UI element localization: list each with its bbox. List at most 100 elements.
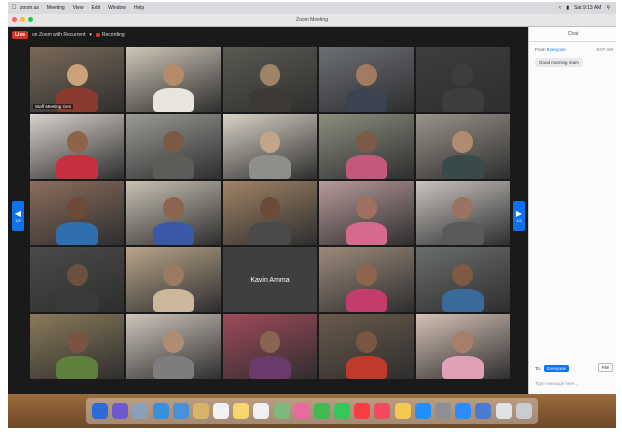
participant-face [66, 63, 88, 86]
participant-tile[interactable] [319, 247, 414, 313]
participant-face [356, 63, 377, 86]
menu-window[interactable]: Window [108, 5, 126, 11]
participant-tile[interactable] [415, 47, 510, 112]
participant-tile[interactable] [415, 113, 510, 179]
participant-figure [152, 88, 195, 112]
chat-sender: From Everyone [535, 47, 566, 52]
participant-tile[interactable] [222, 180, 318, 246]
notes-icon[interactable] [233, 403, 250, 419]
menu-meeting[interactable]: Meeting [47, 5, 65, 11]
participant-figure [249, 355, 291, 379]
music-icon[interactable] [354, 403, 371, 419]
participant-face [163, 331, 184, 354]
participant-figure [249, 88, 291, 112]
participant-tile[interactable] [319, 314, 414, 379]
participant-tile[interactable] [319, 180, 414, 246]
chat-header: Chat [529, 27, 616, 42]
participant-figure [442, 355, 484, 379]
participant-tile[interactable] [126, 180, 221, 246]
participant-face [66, 197, 88, 220]
live-badge[interactable]: Live [12, 31, 29, 39]
participant-face [163, 130, 184, 153]
participant-tile[interactable]: Staff Meeting Gen [30, 47, 125, 112]
top-controls: Live on Zoom with Recurrent ▾ Recording [12, 31, 125, 39]
participant-tile[interactable] [222, 314, 318, 379]
participant-tile[interactable] [30, 247, 125, 313]
participant-tile[interactable] [30, 113, 125, 179]
photos-icon[interactable] [293, 403, 310, 419]
participant-figure [345, 222, 388, 246]
participant-tile[interactable]: Kavin Amma [222, 247, 318, 313]
zoom-icon[interactable] [455, 403, 472, 419]
chat-time: 9:07 AM [596, 47, 613, 52]
live-target[interactable]: on Zoom with Recurrent [32, 32, 85, 38]
next-page-button[interactable]: ▶ 1/2 [513, 201, 525, 231]
participant-figure [56, 288, 98, 313]
participant-tile[interactable] [30, 314, 125, 379]
reminders-icon[interactable] [253, 403, 270, 419]
trash-icon[interactable] [515, 403, 532, 419]
participant-tile[interactable] [415, 180, 510, 246]
participant-figure [56, 155, 98, 179]
participant-tile[interactable] [319, 47, 414, 112]
news-icon[interactable] [374, 403, 391, 419]
participant-face [259, 130, 281, 153]
chat-from-target: Everyone [546, 47, 566, 52]
battery-icon[interactable]: ▮ [566, 5, 569, 11]
window-title: Zoom Meeting [296, 17, 328, 23]
participant-tile[interactable] [222, 47, 318, 112]
participant-tile[interactable] [126, 247, 221, 313]
calendar-icon[interactable] [213, 403, 230, 419]
chat-recipient-select[interactable]: Everyone [544, 365, 570, 372]
preview-icon[interactable] [475, 403, 492, 419]
participant-tile[interactable] [30, 180, 125, 246]
contacts-icon[interactable] [192, 403, 209, 419]
participant-figure [152, 355, 195, 379]
menu-app[interactable]: zoom.us [20, 5, 39, 11]
facetime-icon[interactable] [334, 403, 351, 419]
chat-message: Good morning mam [535, 58, 583, 67]
launchpad-icon[interactable] [132, 403, 149, 419]
chat-from-label: From [535, 47, 546, 52]
clock[interactable]: Sat 9:13 AM [574, 5, 601, 11]
participant-figure [56, 355, 98, 379]
participant-face [452, 63, 474, 86]
window-titlebar: Zoom Meeting [8, 14, 616, 27]
participant-figure [442, 155, 484, 179]
downloads-icon[interactable] [495, 403, 512, 419]
app-store-icon[interactable] [414, 403, 431, 419]
wifi-icon[interactable]: ≈ [559, 5, 562, 11]
system-preferences-icon[interactable] [435, 403, 451, 419]
participant-tile[interactable] [126, 47, 221, 112]
participant-tile[interactable] [415, 314, 510, 379]
participant-tile[interactable] [126, 113, 221, 179]
chat-file-button[interactable]: File [597, 363, 613, 372]
messages-icon[interactable] [313, 403, 330, 419]
menu-help[interactable]: Help [134, 5, 144, 11]
books-icon[interactable] [394, 403, 411, 419]
finder-icon[interactable] [92, 403, 109, 419]
siri-icon[interactable] [112, 403, 129, 419]
participant-face [452, 130, 474, 153]
menu-edit[interactable]: Edit [91, 5, 100, 11]
safari-icon[interactable] [152, 403, 169, 419]
chevron-down-icon[interactable]: ▾ [89, 32, 92, 38]
participant-figure [152, 155, 195, 179]
participant-tile[interactable] [415, 247, 510, 313]
participant-tile[interactable] [126, 314, 221, 379]
recording-indicator[interactable]: Recording [95, 32, 125, 38]
search-icon[interactable]: ⚲ [606, 5, 610, 11]
participant-face [66, 331, 88, 354]
participant-figure [345, 355, 388, 379]
maps-icon[interactable] [273, 403, 290, 419]
chat-input[interactable]: Type message here... [535, 381, 578, 386]
participant-figure [249, 155, 291, 179]
participant-tile[interactable] [319, 113, 414, 179]
participant-figure [442, 88, 484, 112]
menu-view[interactable]: View [73, 5, 84, 11]
mail-icon[interactable] [172, 403, 189, 419]
prev-page-button[interactable]: ◀ 1/2 [12, 201, 24, 231]
participant-figure [152, 222, 195, 246]
participant-tile[interactable] [222, 113, 318, 179]
apple-icon[interactable]:  [8, 5, 20, 11]
